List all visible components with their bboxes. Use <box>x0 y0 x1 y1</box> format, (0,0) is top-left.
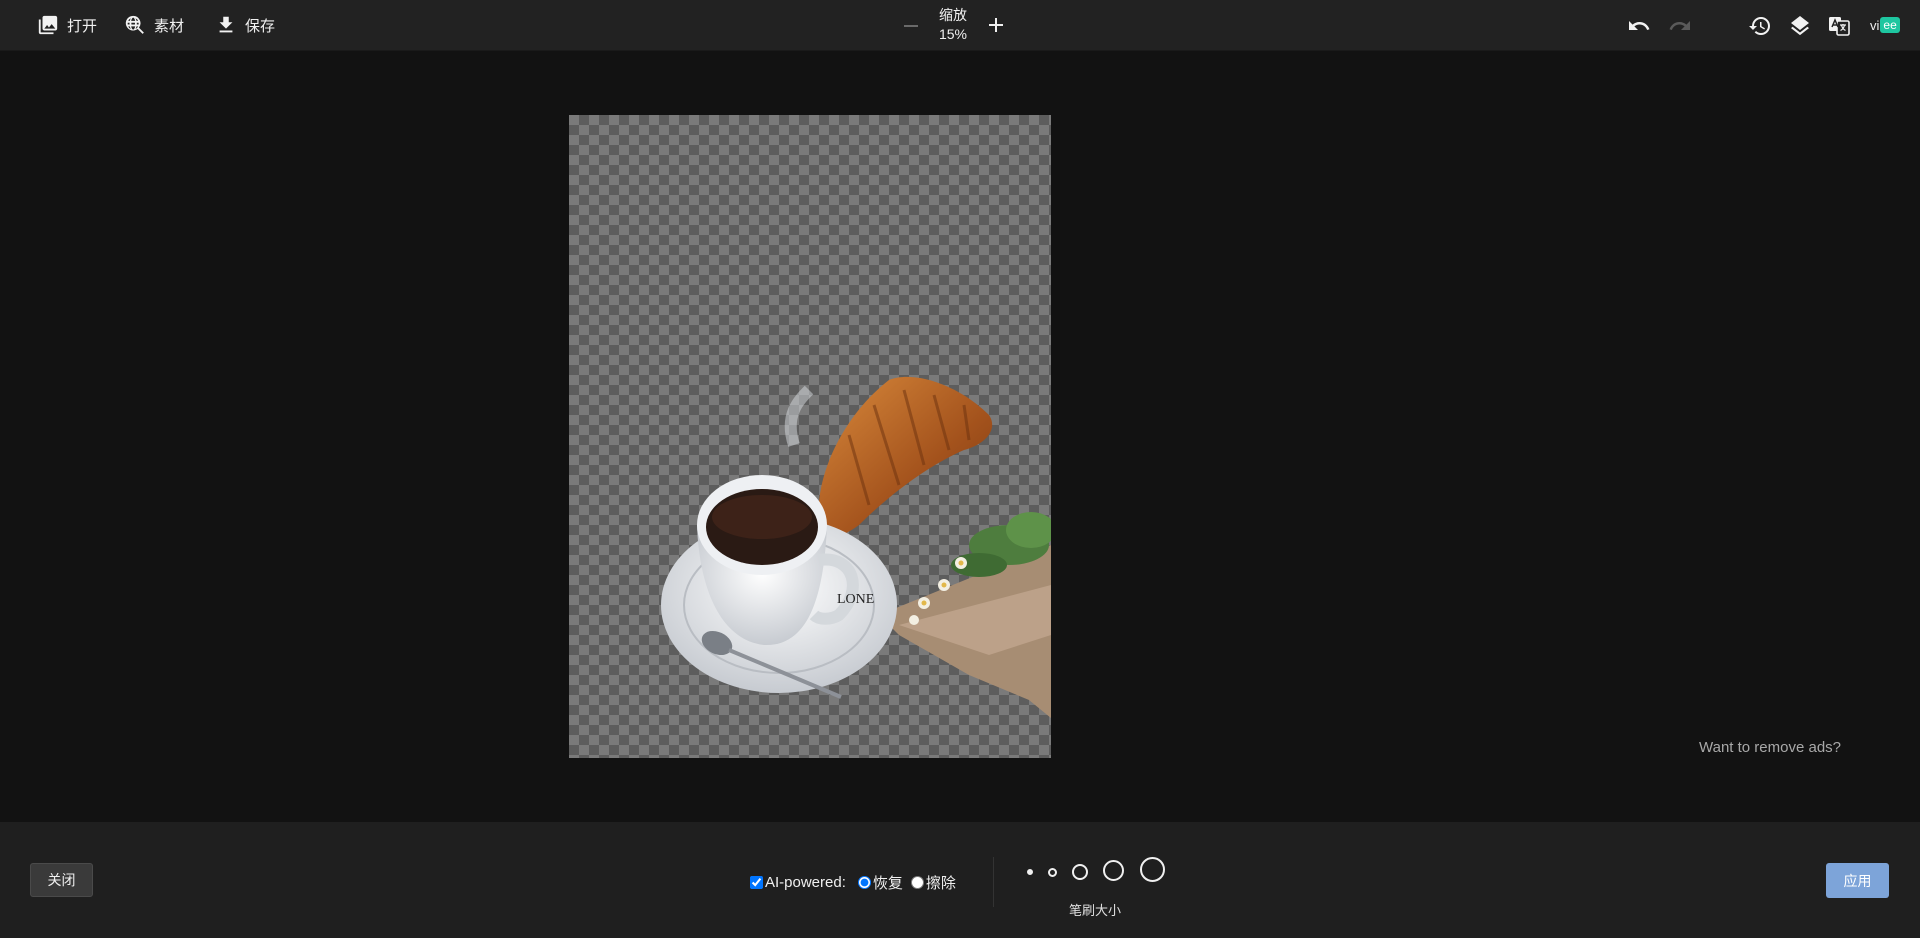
brush-size-l[interactable] <box>1103 860 1124 881</box>
divider <box>993 857 994 907</box>
croissant <box>818 376 993 537</box>
open-button[interactable]: 打开 <box>37 13 97 37</box>
mask-options: AI-powered: 恢复 擦除 <box>750 872 956 892</box>
bottom-toolbar: 关闭 AI-powered: 恢复 擦除 笔刷大小 应用 <box>0 822 1920 938</box>
undo-icon <box>1629 21 1650 30</box>
image-icon <box>38 15 58 35</box>
assets-button[interactable]: 素材 <box>124 13 184 37</box>
erase-label: 擦除 <box>925 874 956 892</box>
globe-search-icon <box>125 15 144 34</box>
history-icon <box>1749 17 1770 36</box>
brush-size-m[interactable] <box>1072 864 1088 880</box>
zoom-display: 缩放 15% <box>930 6 976 44</box>
cutout-image: LONE <box>661 376 1051 718</box>
brush-size-xs[interactable] <box>1027 869 1033 875</box>
ai-powered-checkbox[interactable] <box>750 875 763 889</box>
erase-radio[interactable] <box>910 875 924 889</box>
brush-size-s[interactable] <box>1048 868 1057 877</box>
zoom-value: 15% <box>938 26 968 42</box>
apply-button[interactable]: 应用 <box>1826 863 1889 898</box>
zoom-in-button[interactable] <box>987 12 1005 38</box>
language-switcher[interactable]: vi ee <box>1870 15 1900 35</box>
zoom-title: 缩放 <box>939 7 967 23</box>
save-label: 保存 <box>245 17 276 35</box>
restore-radio[interactable] <box>857 875 871 889</box>
save-button[interactable]: 保存 <box>215 13 275 37</box>
redo-button[interactable] <box>1667 13 1693 39</box>
svg-text:LONE: LONE <box>837 592 874 607</box>
restore-label: 恢复 <box>872 874 903 892</box>
image-preview[interactable]: LONE <box>569 115 1051 758</box>
translate-button[interactable] <box>1826 13 1852 39</box>
language-badge: ee <box>1880 17 1900 33</box>
layers-button[interactable] <box>1787 13 1813 39</box>
remove-ads-link[interactable]: Want to remove ads? <box>1699 739 1841 756</box>
brush-size-xl[interactable] <box>1140 857 1165 882</box>
layers-icon <box>1791 16 1809 36</box>
redo-icon <box>1669 21 1690 30</box>
translate-icon <box>1829 17 1850 36</box>
history-button[interactable] <box>1747 13 1773 39</box>
open-label: 打开 <box>67 17 98 35</box>
ai-powered-label: AI-powered: <box>765 873 846 891</box>
editor-canvas[interactable]: LONE Want to remove ads? <box>0 51 1920 822</box>
undo-button[interactable] <box>1626 13 1652 39</box>
top-toolbar: 打开 素材 保存 缩放 15% vi ee <box>0 0 1920 51</box>
assets-label: 素材 <box>154 17 185 35</box>
download-icon <box>219 16 233 33</box>
brush-size-label: 笔刷大小 <box>1068 903 1121 918</box>
language-code: vi <box>1870 17 1880 33</box>
zoom-out-button[interactable] <box>902 12 920 38</box>
close-button[interactable]: 关闭 <box>30 863 93 897</box>
